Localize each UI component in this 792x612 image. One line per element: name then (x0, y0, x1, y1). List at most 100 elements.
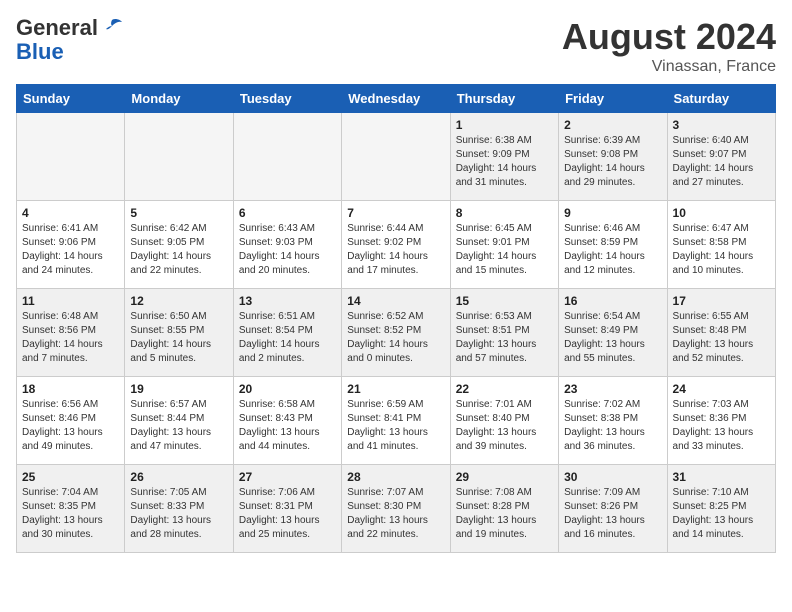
day-info: Sunrise: 7:03 AM Sunset: 8:36 PM Dayligh… (673, 398, 770, 454)
week-row-4: 18 Sunrise: 6:56 AM Sunset: 8:46 PM Dayli… (17, 377, 776, 465)
day-number: 2 (564, 118, 661, 132)
day-number: 21 (347, 382, 444, 396)
weekday-sunday: Sunday (17, 85, 125, 113)
day-info: Sunrise: 7:05 AM Sunset: 8:33 PM Dayligh… (130, 486, 227, 542)
day-number: 15 (456, 294, 553, 308)
calendar-cell: 10 Sunrise: 6:47 AM Sunset: 8:58 PM Dayli… (667, 201, 775, 289)
day-info: Sunrise: 6:55 AM Sunset: 8:48 PM Dayligh… (673, 310, 770, 366)
calendar-cell: 8Sunrise: 6:45 AM Sunset: 9:01 PM Daylig… (450, 201, 558, 289)
week-row-1: 1 Sunrise: 6:38 AM Sunset: 9:09 PM Daylig… (17, 113, 776, 201)
day-info: Sunrise: 6:54 AM Sunset: 8:49 PM Dayligh… (564, 310, 661, 366)
day-info: Sunrise: 6:51 AM Sunset: 8:54 PM Dayligh… (239, 310, 336, 366)
calendar-cell (17, 113, 125, 201)
day-number: 17 (673, 294, 770, 308)
weekday-wednesday: Wednesday (342, 85, 450, 113)
logo-bird-icon (100, 16, 124, 40)
day-info: Sunrise: 6:50 AM Sunset: 8:55 PM Dayligh… (130, 310, 227, 366)
day-number: 14 (347, 294, 444, 308)
day-number: 16 (564, 294, 661, 308)
calendar-cell: 21 Sunrise: 6:59 AM Sunset: 8:41 PM Dayli… (342, 377, 450, 465)
calendar-cell: 29 Sunrise: 7:08 AM Sunset: 8:28 PM Dayli… (450, 465, 558, 553)
calendar-cell (342, 113, 450, 201)
calendar-cell: 5Sunrise: 6:42 AM Sunset: 9:05 PM Daylig… (125, 201, 233, 289)
calendar-cell: 13Sunrise: 6:51 AM Sunset: 8:54 PM Dayli… (233, 289, 341, 377)
day-info: Sunrise: 6:45 AM Sunset: 9:01 PM Dayligh… (456, 222, 553, 278)
day-info: Sunrise: 6:47 AM Sunset: 8:58 PM Dayligh… (673, 222, 770, 278)
calendar-table: SundayMondayTuesdayWednesdayThursdayFrid… (16, 84, 776, 553)
day-info: Sunrise: 6:58 AM Sunset: 8:43 PM Dayligh… (239, 398, 336, 454)
day-number: 12 (130, 294, 227, 308)
day-number: 7 (347, 206, 444, 220)
weekday-thursday: Thursday (450, 85, 558, 113)
day-info: Sunrise: 7:02 AM Sunset: 8:38 PM Dayligh… (564, 398, 661, 454)
calendar-cell: 1 Sunrise: 6:38 AM Sunset: 9:09 PM Daylig… (450, 113, 558, 201)
day-info: Sunrise: 6:39 AM Sunset: 9:08 PM Dayligh… (564, 134, 661, 190)
day-info: Sunrise: 6:43 AM Sunset: 9:03 PM Dayligh… (239, 222, 336, 278)
day-number: 1 (456, 118, 553, 132)
day-number: 31 (673, 470, 770, 484)
calendar-cell: 27Sunrise: 7:06 AM Sunset: 8:31 PM Dayli… (233, 465, 341, 553)
calendar-cell: 3 Sunrise: 6:40 AM Sunset: 9:07 PM Daylig… (667, 113, 775, 201)
day-number: 18 (22, 382, 119, 396)
calendar-cell: 7 Sunrise: 6:44 AM Sunset: 9:02 PM Daylig… (342, 201, 450, 289)
calendar-cell: 25 Sunrise: 7:04 AM Sunset: 8:35 PM Dayli… (17, 465, 125, 553)
month-title: August 2024 (562, 16, 776, 58)
calendar-cell: 2 Sunrise: 6:39 AM Sunset: 9:08 PM Daylig… (559, 113, 667, 201)
calendar-cell: 22 Sunrise: 7:01 AM Sunset: 8:40 PM Dayli… (450, 377, 558, 465)
day-number: 3 (673, 118, 770, 132)
day-info: Sunrise: 6:48 AM Sunset: 8:56 PM Dayligh… (22, 310, 119, 366)
calendar-cell: 17 Sunrise: 6:55 AM Sunset: 8:48 PM Dayli… (667, 289, 775, 377)
day-info: Sunrise: 6:46 AM Sunset: 8:59 PM Dayligh… (564, 222, 661, 278)
weekday-header-row: SundayMondayTuesdayWednesdayThursdayFrid… (17, 85, 776, 113)
calendar-cell: 19Sunrise: 6:57 AM Sunset: 8:44 PM Dayli… (125, 377, 233, 465)
logo-blue: Blue (16, 40, 124, 64)
calendar-cell: 6 Sunrise: 6:43 AM Sunset: 9:03 PM Daylig… (233, 201, 341, 289)
day-number: 10 (673, 206, 770, 220)
day-info: Sunrise: 7:04 AM Sunset: 8:35 PM Dayligh… (22, 486, 119, 542)
calendar-cell: 9Sunrise: 6:46 AM Sunset: 8:59 PM Daylig… (559, 201, 667, 289)
day-number: 29 (456, 470, 553, 484)
weekday-monday: Monday (125, 85, 233, 113)
weekday-friday: Friday (559, 85, 667, 113)
day-number: 19 (130, 382, 227, 396)
day-number: 11 (22, 294, 119, 308)
day-info: Sunrise: 6:40 AM Sunset: 9:07 PM Dayligh… (673, 134, 770, 190)
calendar-cell: 20Sunrise: 6:58 AM Sunset: 8:43 PM Dayli… (233, 377, 341, 465)
day-info: Sunrise: 7:01 AM Sunset: 8:40 PM Dayligh… (456, 398, 553, 454)
logo: General Blue (16, 16, 124, 64)
day-number: 28 (347, 470, 444, 484)
calendar-cell: 28Sunrise: 7:07 AM Sunset: 8:30 PM Dayli… (342, 465, 450, 553)
calendar-cell: 24 Sunrise: 7:03 AM Sunset: 8:36 PM Dayli… (667, 377, 775, 465)
day-info: Sunrise: 7:08 AM Sunset: 8:28 PM Dayligh… (456, 486, 553, 542)
day-info: Sunrise: 6:41 AM Sunset: 9:06 PM Dayligh… (22, 222, 119, 278)
title-block: August 2024 Vinassan, France (562, 16, 776, 76)
day-number: 30 (564, 470, 661, 484)
day-info: Sunrise: 6:53 AM Sunset: 8:51 PM Dayligh… (456, 310, 553, 366)
calendar-cell: 18 Sunrise: 6:56 AM Sunset: 8:46 PM Dayli… (17, 377, 125, 465)
location-title: Vinassan, France (562, 58, 776, 76)
day-info: Sunrise: 7:09 AM Sunset: 8:26 PM Dayligh… (564, 486, 661, 542)
day-info: Sunrise: 6:59 AM Sunset: 8:41 PM Dayligh… (347, 398, 444, 454)
day-info: Sunrise: 6:44 AM Sunset: 9:02 PM Dayligh… (347, 222, 444, 278)
day-number: 23 (564, 382, 661, 396)
day-number: 6 (239, 206, 336, 220)
calendar-cell: 14Sunrise: 6:52 AM Sunset: 8:52 PM Dayli… (342, 289, 450, 377)
day-number: 25 (22, 470, 119, 484)
calendar-cell: 23 Sunrise: 7:02 AM Sunset: 8:38 PM Dayli… (559, 377, 667, 465)
calendar-cell (233, 113, 341, 201)
weekday-tuesday: Tuesday (233, 85, 341, 113)
day-info: Sunrise: 6:38 AM Sunset: 9:09 PM Dayligh… (456, 134, 553, 190)
calendar-cell (125, 113, 233, 201)
day-number: 24 (673, 382, 770, 396)
weekday-saturday: Saturday (667, 85, 775, 113)
day-info: Sunrise: 6:56 AM Sunset: 8:46 PM Dayligh… (22, 398, 119, 454)
calendar-cell: 11 Sunrise: 6:48 AM Sunset: 8:56 PM Dayli… (17, 289, 125, 377)
day-info: Sunrise: 7:10 AM Sunset: 8:25 PM Dayligh… (673, 486, 770, 542)
day-number: 5 (130, 206, 227, 220)
calendar-cell: 30 Sunrise: 7:09 AM Sunset: 8:26 PM Dayli… (559, 465, 667, 553)
week-row-3: 11 Sunrise: 6:48 AM Sunset: 8:56 PM Dayli… (17, 289, 776, 377)
calendar-cell: 31 Sunrise: 7:10 AM Sunset: 8:25 PM Dayli… (667, 465, 775, 553)
day-number: 27 (239, 470, 336, 484)
week-row-5: 25 Sunrise: 7:04 AM Sunset: 8:35 PM Dayli… (17, 465, 776, 553)
day-number: 22 (456, 382, 553, 396)
